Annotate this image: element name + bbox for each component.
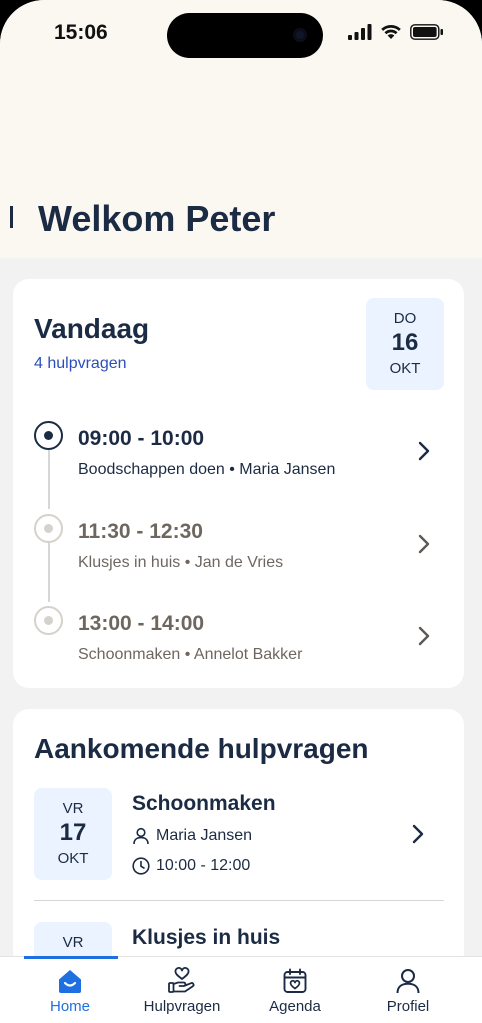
header-divider-mark (10, 206, 13, 228)
person-name: Maria Jansen (156, 827, 253, 844)
date-number: 16 (391, 329, 419, 356)
calendar-heart-icon (283, 968, 307, 993)
home-icon (59, 970, 81, 993)
date-day: VR (62, 934, 84, 951)
bottom-tab-bar: Home Hulpvragen Agenda Profiel (0, 956, 482, 1023)
appointment-description: Boodschappen doen • Maria Jansen (78, 461, 336, 478)
upcoming-item[interactable]: VR 17 OKT Schoonmaken Maria Jansen 10:00… (13, 788, 464, 888)
appointment-item[interactable]: 13:00 - 14:00 Schoonmaken • Annelot Bakk… (13, 612, 464, 692)
status-bar: 15:06 (0, 0, 482, 68)
tab-label: Profiel (386, 998, 430, 1015)
chevron-right-icon (418, 534, 430, 554)
upcoming-item-title: Klusjes in huis (132, 926, 281, 949)
chevron-right-icon (418, 441, 430, 461)
chevron-right-icon (418, 626, 430, 646)
appointment-item[interactable]: 09:00 - 10:00 Boodschappen doen • Maria … (13, 427, 464, 507)
tab-profiel[interactable]: Profiel (353, 967, 463, 1015)
tab-label: Hulpvragen (143, 998, 221, 1015)
clock-icon (132, 857, 150, 875)
tab-selected-indicator (24, 956, 118, 959)
appointment-time: 13:00 - 14:00 (78, 612, 205, 635)
today-date-badge: DO 16 OKT (366, 298, 444, 390)
page-title: Welkom Peter (38, 198, 276, 239)
date-month: OKT (389, 360, 421, 377)
upcoming-card: Aankomende hulpvragen VR 17 OKT Schoonma… (13, 709, 464, 969)
appointment-description: Klusjes in huis • Jan de Vries (78, 554, 284, 571)
helping-hand-heart-icon (168, 967, 195, 993)
tab-hulpvragen[interactable]: Hulpvragen (127, 967, 237, 1015)
upcoming-date-badge: VR 17 OKT (34, 788, 112, 880)
date-number: 17 (59, 819, 87, 846)
wifi-icon (381, 24, 401, 39)
upcoming-title: Aankomende hulpvragen (34, 733, 369, 764)
person-icon (133, 827, 149, 845)
app-screen: 15:06 Welkom Peter Vandaag 4 hulpvragen … (0, 0, 482, 1023)
upcoming-item-title: Schoonmaken (132, 792, 276, 815)
camera-icon (293, 28, 307, 42)
dynamic-island (167, 13, 323, 58)
tab-agenda[interactable]: Agenda (240, 967, 350, 1015)
date-day: DO (393, 310, 417, 327)
date-month: OKT (57, 850, 89, 867)
upcoming-item-time: 10:00 - 12:00 (132, 857, 250, 875)
list-divider (34, 900, 444, 901)
appointment-description: Schoonmaken • Annelot Bakker (78, 646, 303, 663)
tab-label: Home (49, 998, 90, 1015)
tab-label: Agenda (269, 998, 321, 1015)
status-time: 15:06 (54, 21, 108, 44)
appointment-item[interactable]: 11:30 - 12:30 Klusjes in huis • Jan de V… (13, 520, 464, 600)
today-title: Vandaag (34, 313, 150, 344)
date-day: VR (62, 800, 84, 817)
time-range: 10:00 - 12:00 (156, 857, 251, 874)
signal-icon (348, 24, 372, 40)
chevron-right-icon (412, 824, 424, 844)
appointment-time: 11:30 - 12:30 (78, 520, 203, 543)
person-icon (396, 969, 420, 994)
status-icons (348, 24, 444, 40)
today-card: Vandaag 4 hulpvragen DO 16 OKT 09:00 - 1… (13, 279, 464, 688)
upcoming-item-person: Maria Jansen (132, 827, 252, 845)
appointment-time: 09:00 - 10:00 (78, 427, 205, 450)
battery-icon (410, 24, 443, 40)
today-count: 4 hulpvragen (34, 355, 127, 372)
tab-home[interactable]: Home (15, 967, 125, 1015)
